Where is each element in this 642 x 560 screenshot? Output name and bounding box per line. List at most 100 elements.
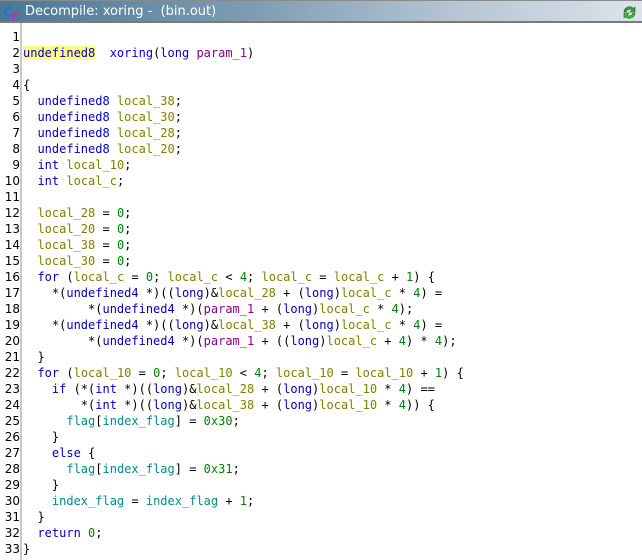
code-line[interactable]: 21 } — [0, 349, 642, 365]
local-variable-token[interactable]: local_10 — [66, 158, 124, 172]
code-line[interactable]: 31 } — [0, 509, 642, 525]
type-token[interactable]: long — [175, 318, 204, 332]
type-token[interactable]: undefined4 — [102, 334, 174, 348]
type-token[interactable]: int — [37, 174, 59, 188]
code-line[interactable]: 7 undefined8 local_28; — [0, 125, 642, 141]
local-variable-token[interactable]: local_30 — [117, 110, 175, 124]
constant-token[interactable]: 4 — [399, 334, 406, 348]
type-token[interactable]: long — [283, 382, 312, 396]
type-token[interactable]: undefined4 — [102, 302, 174, 316]
code-line[interactable]: 12 local_28 = 0; — [0, 205, 642, 221]
code-line[interactable]: 1 — [0, 29, 642, 45]
global-variable-token[interactable]: index_flag — [146, 494, 218, 508]
code-line[interactable]: 23 if (*(int *)((long)&local_28 + (long)… — [0, 381, 642, 397]
decompile-window-titlebar[interactable]: C f Decompile: xoring - (bin.out) — [0, 0, 642, 23]
code-line[interactable]: 16 for (local_c = 0; local_c < 4; local_… — [0, 269, 642, 285]
code-line[interactable]: 26 } — [0, 429, 642, 445]
type-token[interactable]: undefined8 — [37, 142, 109, 156]
local-variable-token[interactable]: local_c — [74, 270, 125, 284]
local-variable-token[interactable]: local_20 — [37, 222, 95, 236]
global-variable-token[interactable]: index_flag — [52, 494, 124, 508]
code-line[interactable]: 20 *(undefined4 *)(param_1 + ((long)loca… — [0, 333, 642, 349]
constant-token[interactable]: 0x31 — [204, 462, 233, 476]
type-token[interactable]: undefined8 — [37, 110, 109, 124]
constant-token[interactable]: 0x30 — [204, 414, 233, 428]
code-line[interactable]: 4{ — [0, 77, 642, 93]
code-line[interactable]: 28 flag[index_flag] = 0x31; — [0, 461, 642, 477]
code-line[interactable]: 5 undefined8 local_38; — [0, 93, 642, 109]
local-variable-token[interactable]: local_c — [66, 174, 117, 188]
local-variable-token[interactable]: local_c — [319, 302, 370, 316]
local-variable-token[interactable]: local_28 — [196, 382, 254, 396]
local-variable-token[interactable]: local_30 — [37, 254, 95, 268]
type-token[interactable]: undefined8 — [37, 94, 109, 108]
local-variable-token[interactable]: local_10 — [319, 382, 377, 396]
code-line[interactable]: 3 — [0, 61, 642, 77]
local-variable-token[interactable]: local_38 — [117, 94, 175, 108]
code-line[interactable]: 18 *(undefined4 *)(param_1 + (long)local… — [0, 301, 642, 317]
local-variable-token[interactable]: local_10 — [276, 366, 334, 380]
code-line[interactable]: 25 flag[index_flag] = 0x30; — [0, 413, 642, 429]
decompiler-code-view[interactable]: 1 2 undefined8 xoring(long param_1) 3 4{5 un… — [0, 23, 642, 560]
local-variable-token[interactable]: local_c — [168, 270, 219, 284]
constant-token[interactable]: 4 — [240, 270, 247, 284]
highlighted-token[interactable]: undefined8 — [23, 46, 96, 60]
local-variable-token[interactable]: local_28 — [37, 206, 95, 220]
local-variable-token[interactable]: local_20 — [117, 142, 175, 156]
global-variable-token[interactable]: index_flag — [103, 414, 175, 428]
type-token[interactable]: long — [160, 46, 189, 60]
parameter-token[interactable]: param_1 — [204, 302, 255, 316]
code-line[interactable]: 33} — [0, 541, 642, 557]
local-variable-token[interactable]: local_10 — [319, 398, 377, 412]
type-token[interactable]: long — [175, 286, 204, 300]
local-variable-token[interactable]: local_28 — [117, 126, 175, 140]
code-line[interactable]: 29 } — [0, 477, 642, 493]
constant-token[interactable]: 1 — [240, 494, 247, 508]
local-variable-token[interactable]: local_38 — [218, 318, 276, 332]
code-line[interactable]: 17 *(undefined4 *)((long)&local_28 + (lo… — [0, 285, 642, 301]
code-line[interactable]: 13 local_20 = 0; — [0, 221, 642, 237]
type-token[interactable]: int — [95, 398, 117, 412]
local-variable-token[interactable]: local_10 — [74, 366, 132, 380]
keyword-token[interactable]: for — [37, 366, 59, 380]
code-line[interactable]: 22 for (local_10 = 0; local_10 < 4; loca… — [0, 365, 642, 381]
local-variable-token[interactable]: local_c — [334, 270, 385, 284]
local-variable-token[interactable]: local_c — [341, 318, 392, 332]
code-line[interactable]: 14 local_38 = 0; — [0, 237, 642, 253]
keyword-token[interactable]: return — [37, 526, 80, 540]
global-variable-token[interactable]: flag — [66, 414, 95, 428]
code-line[interactable]: 24 *(int *)((long)&local_38 + (long)loca… — [0, 397, 642, 413]
local-variable-token[interactable]: local_28 — [218, 286, 276, 300]
parameter-token[interactable]: param_1 — [196, 46, 247, 60]
local-variable-token[interactable]: local_c — [262, 270, 313, 284]
global-variable-token[interactable]: index_flag — [103, 462, 175, 476]
code-line[interactable]: 8 undefined8 local_20; — [0, 141, 642, 157]
code-line[interactable]: 6 undefined8 local_30; — [0, 109, 642, 125]
type-token[interactable]: long — [305, 318, 334, 332]
keyword-token[interactable]: for — [37, 270, 59, 284]
code-line[interactable]: 10 int local_c; — [0, 173, 642, 189]
local-variable-token[interactable]: local_10 — [175, 366, 233, 380]
code-line[interactable]: 19 *(undefined4 *)((long)&local_38 + (lo… — [0, 317, 642, 333]
code-line[interactable]: 32 return 0; — [0, 525, 642, 541]
keyword-token[interactable]: if — [52, 382, 66, 396]
constant-token[interactable]: 0 — [146, 270, 153, 284]
code-line[interactable]: 9 int local_10; — [0, 157, 642, 173]
code-line[interactable]: 30 index_flag = index_flag + 1; — [0, 493, 642, 509]
code-line[interactable]: 27 else { — [0, 445, 642, 461]
local-variable-token[interactable]: local_c — [341, 286, 392, 300]
code-line[interactable]: 11 — [0, 189, 642, 205]
type-token[interactable]: int — [95, 382, 117, 396]
constant-token[interactable]: 4 — [399, 398, 406, 412]
type-token[interactable]: long — [290, 334, 319, 348]
parameter-token[interactable]: param_1 — [204, 334, 255, 348]
type-token[interactable]: undefined4 — [66, 318, 138, 332]
constant-token[interactable]: 4 — [399, 382, 406, 396]
local-variable-token[interactable]: local_10 — [355, 366, 413, 380]
local-variable-token[interactable]: local_c — [326, 334, 377, 348]
local-variable-token[interactable]: local_38 — [196, 398, 254, 412]
type-token[interactable]: long — [283, 398, 312, 412]
refresh-icon[interactable] — [621, 4, 638, 21]
type-token[interactable]: undefined8 — [37, 126, 109, 140]
type-token[interactable]: undefined4 — [66, 286, 138, 300]
